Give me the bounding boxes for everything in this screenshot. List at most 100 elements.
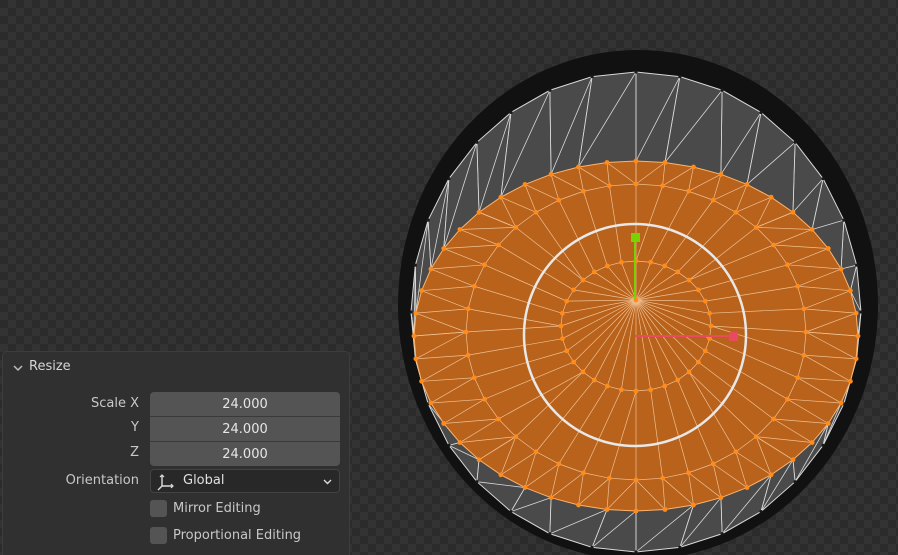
mesh-vertex[interactable] [686, 369, 692, 375]
mesh-vertex[interactable] [733, 209, 739, 215]
mesh-vertex[interactable] [441, 421, 447, 426]
mesh-vertex[interactable] [457, 227, 463, 232]
proportional-editing-checkbox[interactable] [150, 526, 167, 544]
mesh-vertex[interactable] [838, 266, 844, 272]
mesh-vertex[interactable] [633, 477, 639, 483]
mesh-vertex[interactable] [795, 375, 801, 381]
mesh-vertex[interactable] [793, 140, 797, 144]
mesh-vertex[interactable] [465, 306, 471, 312]
mesh-vertex[interactable] [785, 262, 790, 268]
mesh-vertex[interactable] [853, 310, 859, 316]
mesh-vertex[interactable] [590, 545, 594, 549]
mesh-vertex[interactable] [795, 283, 801, 289]
mesh-vertex[interactable] [496, 242, 501, 248]
mesh-vertex[interactable] [718, 171, 724, 177]
mesh-vertex[interactable] [708, 323, 714, 329]
mesh-vertex[interactable] [604, 160, 610, 165]
mesh-vertex[interactable] [803, 329, 809, 335]
mesh-vertex[interactable] [678, 75, 682, 79]
mesh-vertex[interactable] [463, 329, 469, 335]
mesh-vertex[interactable] [591, 269, 597, 275]
chevron-down-icon[interactable] [11, 361, 25, 375]
mesh-vertex[interactable] [634, 550, 638, 554]
mesh-vertex[interactable] [825, 246, 831, 251]
mesh-vertex[interactable] [853, 356, 859, 362]
mesh-vertex[interactable] [590, 75, 594, 79]
mesh-vertex[interactable] [413, 263, 417, 267]
mesh-vertex[interactable] [675, 269, 681, 275]
mesh-vertex[interactable] [691, 164, 696, 170]
scale-y-field[interactable]: 24.000 [150, 417, 340, 441]
mesh-vertex[interactable] [413, 310, 419, 316]
mesh-vertex[interactable] [686, 188, 691, 194]
mesh-vertex[interactable] [571, 287, 577, 293]
mesh-vertex[interactable] [475, 140, 479, 144]
mesh-vertex[interactable] [662, 263, 668, 269]
mesh-vertex[interactable] [759, 110, 763, 115]
mesh-vertex[interactable] [718, 495, 724, 501]
mesh-vertex[interactable] [744, 182, 750, 187]
mesh-vertex[interactable] [548, 495, 554, 501]
mirror-editing-checkbox[interactable] [150, 499, 167, 517]
mesh-vertex[interactable] [556, 461, 562, 467]
mesh-vertex[interactable] [576, 502, 581, 508]
mesh-vertex[interactable] [662, 383, 668, 389]
mesh-vertex[interactable] [733, 449, 739, 455]
mesh-vertex[interactable] [580, 277, 586, 283]
mesh-vertex[interactable] [662, 160, 668, 165]
mesh-vertex[interactable] [633, 181, 639, 187]
mesh-vertex[interactable] [702, 348, 708, 354]
mesh-vertex[interactable] [475, 480, 479, 484]
mesh-vertex[interactable] [809, 440, 815, 445]
gizmo-x-handle[interactable] [729, 332, 738, 341]
mesh-vertex[interactable] [648, 259, 654, 265]
mesh-vertex[interactable] [471, 375, 477, 381]
mesh-vertex[interactable] [548, 171, 554, 177]
mesh-vertex[interactable] [558, 323, 564, 329]
mesh-vertex[interactable] [678, 545, 682, 549]
scale-z-field[interactable]: 24.000 [150, 442, 340, 466]
panel-header[interactable]: Resize [3, 352, 349, 382]
mesh-vertex[interactable] [710, 197, 716, 203]
mesh-vertex[interactable] [513, 224, 519, 230]
mesh-vertex[interactable] [691, 502, 696, 508]
mesh-vertex[interactable] [848, 288, 853, 294]
mesh-vertex[interactable] [821, 177, 825, 181]
mesh-vertex[interactable] [660, 183, 665, 189]
mesh-vertex[interactable] [660, 475, 665, 481]
mesh-vertex[interactable] [633, 158, 639, 164]
mesh-vertex[interactable] [509, 509, 513, 514]
mesh-vertex[interactable] [607, 183, 612, 189]
mesh-vertex[interactable] [560, 336, 565, 342]
mesh-vertex[interactable] [855, 263, 859, 267]
mesh-vertex[interactable] [604, 383, 610, 389]
mesh-vertex[interactable] [607, 475, 612, 481]
mesh-vertex[interactable] [707, 336, 712, 342]
mesh-vertex[interactable] [447, 443, 451, 447]
mesh-vertex[interactable] [648, 387, 654, 393]
mesh-vertex[interactable] [695, 287, 701, 293]
mesh-vertex[interactable] [809, 227, 815, 232]
mesh-vertex[interactable] [768, 472, 774, 478]
mesh-vertex[interactable] [633, 508, 639, 514]
mesh-vertex[interactable] [633, 388, 639, 394]
mesh-vertex[interactable] [744, 485, 750, 490]
mesh-vertex[interactable] [556, 197, 562, 203]
mesh-vertex[interactable] [571, 359, 577, 365]
mesh-vertex[interactable] [482, 396, 487, 402]
mesh-vertex[interactable] [419, 378, 424, 384]
mesh-vertex[interactable] [533, 449, 539, 455]
mesh-vertex[interactable] [457, 440, 463, 445]
mesh-vertex[interactable] [496, 416, 501, 422]
mesh-vertex[interactable] [771, 416, 776, 422]
mesh-vertex[interactable] [634, 70, 638, 74]
mesh-vertex[interactable] [848, 378, 853, 384]
mesh-vertex[interactable] [842, 218, 846, 222]
mesh-vertex[interactable] [604, 507, 610, 512]
mesh-vertex[interactable] [428, 266, 434, 272]
mesh-vertex[interactable] [581, 188, 586, 194]
mesh-vertex[interactable] [409, 310, 413, 314]
mesh-vertex[interactable] [771, 242, 776, 248]
gizmo-y-handle[interactable] [631, 233, 640, 242]
mesh-vertex[interactable] [618, 387, 624, 393]
